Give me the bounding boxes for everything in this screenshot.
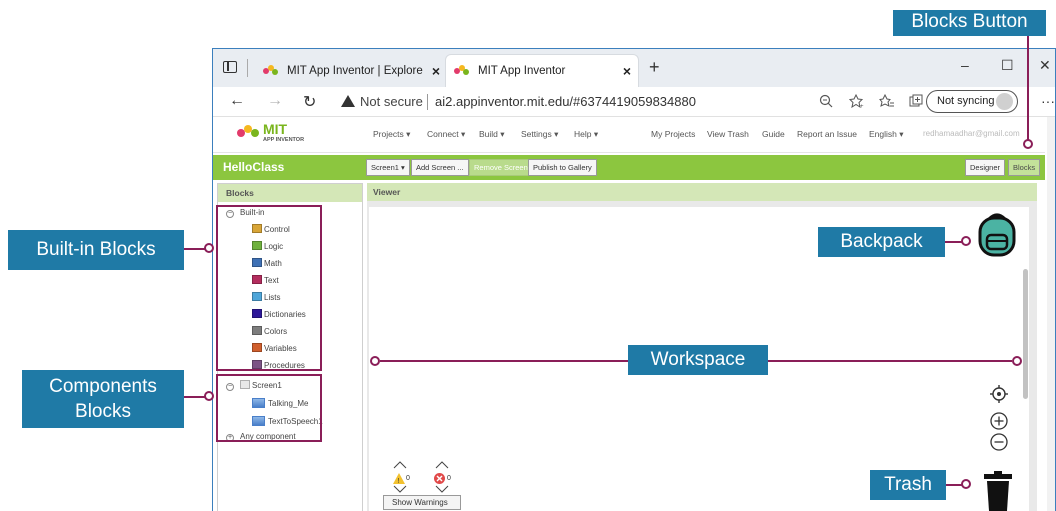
- maximize-button[interactable]: ☐: [1001, 57, 1014, 74]
- menu-build[interactable]: Build ▾: [479, 129, 505, 140]
- publish-gallery-button[interactable]: Publish to Gallery: [528, 159, 597, 176]
- callout-line: [1027, 36, 1029, 140]
- warning-down-arrow-icon[interactable]: [393, 485, 407, 493]
- favorites-add-icon[interactable]: +: [849, 94, 865, 108]
- url-separator: [427, 94, 428, 110]
- close-tab-icon[interactable]: ×: [616, 63, 638, 79]
- zoom-out-icon[interactable]: [990, 433, 1008, 451]
- close-window-button[interactable]: ✕: [1039, 57, 1051, 74]
- screen-dropdown[interactable]: Screen1 ▾: [366, 159, 410, 176]
- callout-blocks-button: Blocks Button: [893, 10, 1046, 36]
- backpack-icon[interactable]: [975, 211, 1019, 257]
- add-screen-button[interactable]: Add Screen ...: [411, 159, 469, 176]
- app-inventor-logo[interactable]: MIT APP INVENTOR: [233, 121, 323, 147]
- browser-menu-icon[interactable]: ···: [1041, 93, 1055, 109]
- new-tab-button[interactable]: +: [649, 57, 660, 78]
- builtin-blocks-bracket: [216, 205, 322, 371]
- callout-components-blocks: Components Blocks: [22, 370, 184, 428]
- callout-line: [380, 360, 628, 362]
- url-field[interactable]: ai2.appinventor.mit.edu/#637441905983488…: [435, 94, 696, 109]
- project-name: HelloClass: [223, 160, 285, 174]
- callout-dot: [204, 243, 214, 253]
- link-guide[interactable]: Guide: [762, 129, 785, 139]
- tab-explore[interactable]: MIT App Inventor | Explore MIT A ×: [255, 54, 447, 87]
- logo-title: MIT: [263, 121, 288, 137]
- back-button[interactable]: ←: [229, 92, 245, 110]
- zoom-in-icon[interactable]: [990, 412, 1008, 430]
- callout-workspace: Workspace: [628, 345, 768, 375]
- security-indicator[interactable]: Not secure: [360, 94, 423, 109]
- trash-icon[interactable]: [983, 471, 1013, 511]
- close-tab-icon[interactable]: ×: [425, 63, 447, 79]
- app-inventor-favicon-icon: [454, 65, 470, 77]
- callout-trash: Trash: [870, 470, 946, 500]
- error-down-arrow-icon[interactable]: [435, 485, 449, 493]
- avatar: [996, 93, 1013, 110]
- menu-language[interactable]: English ▾: [869, 129, 904, 140]
- callout-dot: [204, 391, 214, 401]
- remove-screen-button[interactable]: Remove Screen: [469, 159, 533, 176]
- callout-dot: [1023, 139, 1033, 149]
- tab-actions-icon[interactable]: [223, 61, 237, 73]
- components-blocks-bracket: [216, 374, 322, 442]
- show-warnings-button[interactable]: Show Warnings: [383, 495, 461, 510]
- designer-button[interactable]: Designer: [965, 159, 1006, 176]
- reload-button[interactable]: ↻: [303, 92, 316, 112]
- warning-up-arrow-icon[interactable]: [393, 461, 407, 469]
- forward-button[interactable]: →: [267, 92, 283, 110]
- blocks-panel-header: Blocks: [218, 184, 362, 202]
- callout-line: [184, 248, 206, 250]
- callout-dot: [961, 479, 971, 489]
- callout-line: [184, 396, 206, 398]
- tab-title: MIT App Inventor | Explore MIT A: [287, 64, 425, 77]
- app-header: MIT APP INVENTOR Projects ▾ Connect ▾ Bu…: [213, 117, 1045, 153]
- center-icon[interactable]: [990, 385, 1008, 403]
- callout-dot: [1012, 356, 1022, 366]
- callout-dot: [370, 356, 380, 366]
- minimize-button[interactable]: –: [961, 57, 969, 73]
- warning-count: 0: [406, 475, 410, 482]
- workspace-scrollbar[interactable]: [1023, 269, 1028, 399]
- tab-title: MIT App Inventor: [478, 65, 566, 77]
- collections-icon[interactable]: [909, 94, 923, 108]
- sync-label: Not syncing: [937, 95, 995, 107]
- sync-button[interactable]: Not syncing: [926, 90, 1018, 113]
- viewer-header: Viewer: [367, 183, 1037, 201]
- link-report-issue[interactable]: Report an Issue: [797, 129, 857, 139]
- browser-window: MIT App Inventor | Explore MIT A × MIT A…: [212, 48, 1056, 511]
- error-up-arrow-icon[interactable]: [435, 461, 449, 469]
- svg-text:!: !: [398, 478, 400, 484]
- callout-backpack: Backpack: [818, 227, 945, 257]
- page-scrollbar[interactable]: [1047, 117, 1055, 511]
- callout-dot: [961, 236, 971, 246]
- error-icon: [434, 473, 445, 484]
- logo-subtitle: APP INVENTOR: [263, 137, 305, 143]
- warning-icon[interactable]: [341, 95, 355, 107]
- tab-separator: [247, 59, 248, 77]
- tab-app-inventor[interactable]: MIT App Inventor ×: [445, 54, 639, 87]
- menu-connect[interactable]: Connect ▾: [427, 129, 465, 140]
- menu-projects[interactable]: Projects ▾: [373, 129, 410, 140]
- tab-bar: MIT App Inventor | Explore MIT A × MIT A…: [213, 49, 1055, 87]
- menu-help[interactable]: Help ▾: [574, 129, 598, 140]
- app-inventor-favicon-icon: [263, 64, 279, 77]
- project-toolbar: HelloClass Screen1 ▾ Add Screen ... Remo…: [213, 155, 1045, 180]
- favorites-icon[interactable]: [879, 94, 895, 108]
- user-email[interactable]: redhamaadhar@gmail.com: [923, 129, 1020, 138]
- warning-triangle-icon: !: [393, 473, 405, 484]
- svg-text:+: +: [860, 104, 864, 108]
- blocks-button[interactable]: Blocks: [1008, 159, 1041, 176]
- error-count: 0: [447, 475, 451, 482]
- callout-builtin-blocks: Built-in Blocks: [8, 230, 184, 270]
- link-view-trash[interactable]: View Trash: [707, 129, 749, 139]
- zoom-icon[interactable]: [819, 94, 833, 108]
- address-bar: ← → ↻ Not secure ai2.appinventor.mit.edu…: [213, 87, 1055, 117]
- menu-settings[interactable]: Settings ▾: [521, 129, 558, 140]
- link-my-projects[interactable]: My Projects: [651, 129, 695, 139]
- callout-line: [768, 360, 1012, 362]
